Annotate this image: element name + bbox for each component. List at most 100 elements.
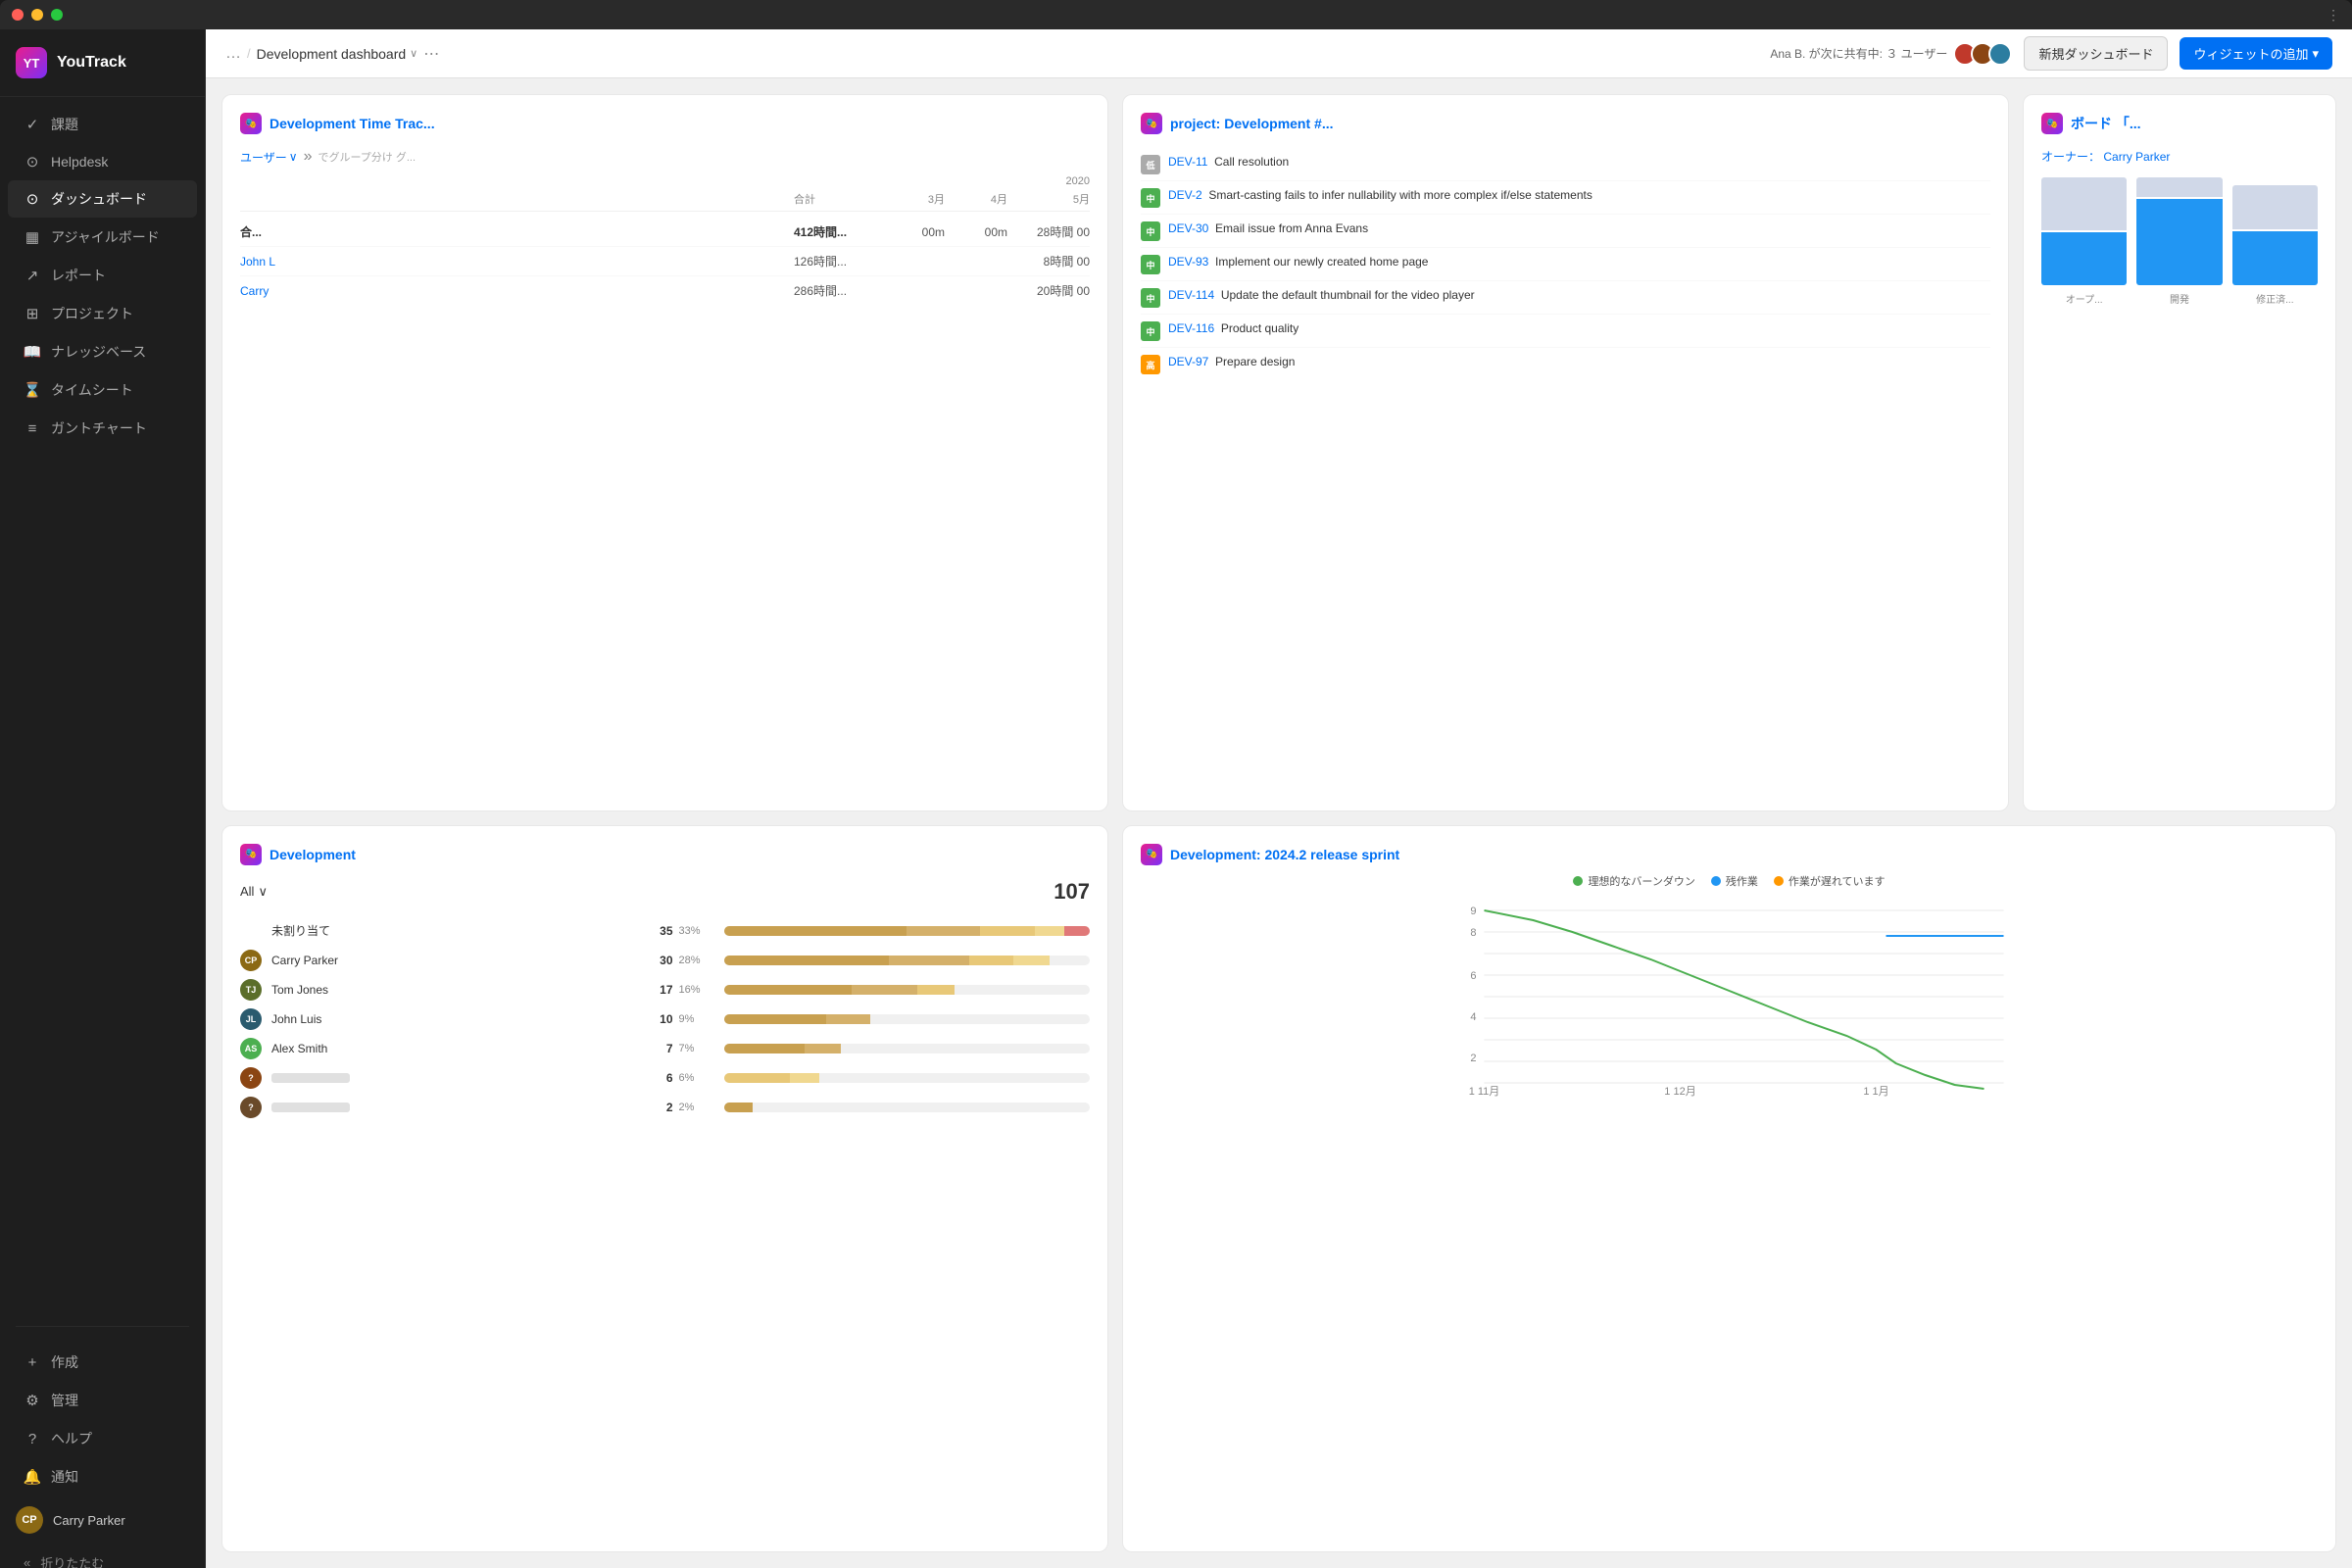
list-item: 中 DEV-116 Product quality	[1141, 315, 1990, 348]
sidebar-item-gantt[interactable]: ≡ ガントチャート	[8, 410, 197, 447]
knowledge-icon: 📖	[24, 343, 41, 361]
more-icon[interactable]: ⋮	[2327, 7, 2340, 24]
bar-top	[2041, 177, 2127, 230]
time-row: John L 126時間... 8時間 00	[240, 247, 1090, 276]
table-row: CP Carry Parker 30 28%	[240, 946, 1090, 975]
bar-seg	[917, 985, 954, 995]
bar-seg	[889, 956, 969, 965]
sidebar-item-label: Helpdesk	[51, 154, 108, 170]
priority-badge: 中	[1141, 188, 1160, 208]
issue-id[interactable]: DEV-11	[1168, 155, 1207, 169]
sprint-legend: 理想的なバーンダウン 残作業 作業が遅れています	[1141, 873, 2318, 889]
close-button[interactable]	[12, 9, 24, 21]
sidebar-item-projects[interactable]: ⊞ プロジェクト	[8, 295, 197, 332]
sidebar-item-label: プロジェクト	[51, 304, 133, 323]
share-info: Ana B. が次に共有中: ３ ユーザー	[1770, 42, 2012, 66]
dev-filter-button[interactable]: All ∨	[240, 884, 268, 900]
bar-seg	[724, 926, 907, 936]
col-label: オープ...	[2066, 291, 2103, 306]
sidebar-item-helpdesk[interactable]: ⊙ Helpdesk	[8, 144, 197, 179]
minimize-button[interactable]	[31, 9, 43, 21]
arrow-icon[interactable]: »	[304, 148, 313, 166]
sidebar-item-label: 作成	[51, 1352, 78, 1372]
issue-text: DEV-11 Call resolution	[1168, 154, 1289, 171]
list-item: 中 DEV-30 Email issue from Anna Evans	[1141, 215, 1990, 248]
bar-track	[724, 1044, 1091, 1054]
board-column: 開発	[2136, 177, 2222, 306]
dev-name: 未割り当て	[271, 922, 638, 939]
dev-pct: 7%	[679, 1043, 718, 1054]
sidebar-item-issues[interactable]: ✓ 課題	[8, 106, 197, 143]
col-header-m3: 3月	[886, 191, 945, 207]
issue-id[interactable]: DEV-97	[1168, 355, 1208, 368]
bar-seg	[906, 926, 980, 936]
sidebar-item-reports[interactable]: ↗ レポート	[8, 257, 197, 294]
topbar: … / Development dashboard ∨ ⋯ Ana B. が次に…	[206, 29, 2352, 78]
collapse-button[interactable]: « 折りたたむ	[8, 1544, 197, 1568]
user-section[interactable]: CP Carry Parker	[0, 1496, 205, 1544]
table-row: 未割り当て 35 33%	[240, 916, 1090, 946]
issue-text: DEV-97 Prepare design	[1168, 354, 1295, 370]
avatar-group	[1953, 42, 2012, 66]
issue-text: DEV-116 Product quality	[1168, 320, 1298, 337]
sidebar-item-help[interactable]: ? ヘルプ	[8, 1420, 197, 1457]
dashboard-title-text: Development dashboard	[257, 46, 407, 62]
priority-badge: 中	[1141, 221, 1160, 241]
dev-header: All ∨ 107	[240, 879, 1090, 905]
priority-badge: 中	[1141, 288, 1160, 308]
group-filter[interactable]: でグループ分け グ...	[318, 149, 416, 165]
list-item: 中 DEV-2 Smart-casting fails to infer nul…	[1141, 181, 1990, 215]
row-m4: 00m	[949, 225, 1007, 239]
breadcrumb-sep: /	[247, 46, 251, 61]
sidebar-item-timesheet[interactable]: ⌛ タイムシート	[8, 371, 197, 409]
row-label: 合...	[240, 223, 790, 240]
widget-title: project: Development #...	[1170, 116, 1333, 131]
sidebar-item-agile[interactable]: ▦ アジャイルボード	[8, 219, 197, 256]
sidebar-item-label: 通知	[51, 1467, 78, 1487]
legend-label: 残作業	[1726, 873, 1758, 889]
owner-name[interactable]: Carry Parker	[2103, 150, 2170, 164]
board-column: 修正済...	[2232, 177, 2318, 306]
legend-item-remaining: 残作業	[1711, 873, 1758, 889]
reports-icon: ↗	[24, 267, 41, 284]
priority-badge: 中	[1141, 321, 1160, 341]
breadcrumb-dots[interactable]: …	[225, 45, 241, 63]
new-dashboard-button[interactable]: 新規ダッシュボード	[2024, 36, 2168, 71]
list-item: 低 DEV-11 Call resolution	[1141, 148, 1990, 181]
bar-seg	[724, 985, 853, 995]
sidebar-nav: ✓ 課題 ⊙ Helpdesk ⊙ ダッシュボード ▦ アジャイルボード ↗	[0, 97, 205, 1318]
topbar-more-icon[interactable]: ⋯	[423, 44, 439, 64]
sidebar-item-dashboard[interactable]: ⊙ ダッシュボード	[8, 180, 197, 218]
chart-svg: 9 8 6 4 2 1 11月 1 12月 1 1月	[1141, 901, 2318, 1097]
bar-seg	[852, 985, 917, 995]
issue-id[interactable]: DEV-116	[1168, 321, 1214, 335]
priority-badge: 低	[1141, 155, 1160, 174]
issue-id[interactable]: DEV-30	[1168, 221, 1208, 235]
issue-id[interactable]: DEV-2	[1168, 188, 1202, 202]
collapse-icon: «	[24, 1555, 30, 1568]
widget-title: Development Time Trac...	[270, 116, 435, 131]
helpdesk-icon: ⊙	[24, 153, 41, 171]
add-widget-button[interactable]: ウィジェットの追加 ▾	[2180, 37, 2332, 70]
avatar: CP	[240, 950, 262, 971]
user-filter-button[interactable]: ユーザー ∨	[240, 149, 298, 166]
dashboard-title[interactable]: Development dashboard ∨	[257, 46, 418, 62]
avatar	[1988, 42, 2012, 66]
sidebar-item-create[interactable]: + 作成	[8, 1344, 197, 1381]
window-chrome: ⋮	[0, 0, 2352, 29]
table-row: ? 6 6%	[240, 1063, 1090, 1093]
sidebar-item-knowledge[interactable]: 📖 ナレッジベース	[8, 333, 197, 370]
row-total: 412時間...	[794, 223, 882, 240]
sidebar: YT YouTrack ✓ 課題 ⊙ Helpdesk ⊙ ダッシュボード ▦	[0, 29, 206, 1568]
dev-count: 7	[644, 1042, 673, 1055]
sidebar-item-admin[interactable]: ⚙ 管理	[8, 1382, 197, 1419]
plus-icon: +	[24, 1353, 41, 1371]
issue-id[interactable]: DEV-93	[1168, 255, 1208, 269]
maximize-button[interactable]	[51, 9, 63, 21]
issue-id[interactable]: DEV-114	[1168, 288, 1214, 302]
sidebar-item-notify[interactable]: 🔔 通知	[8, 1458, 197, 1495]
board-owner: オーナー： Carry Parker	[2041, 148, 2318, 165]
chevron-down-icon: ∨	[258, 884, 268, 900]
svg-text:1 11月: 1 11月	[1469, 1086, 1500, 1097]
table-row: JL John Luis 10 9%	[240, 1004, 1090, 1034]
